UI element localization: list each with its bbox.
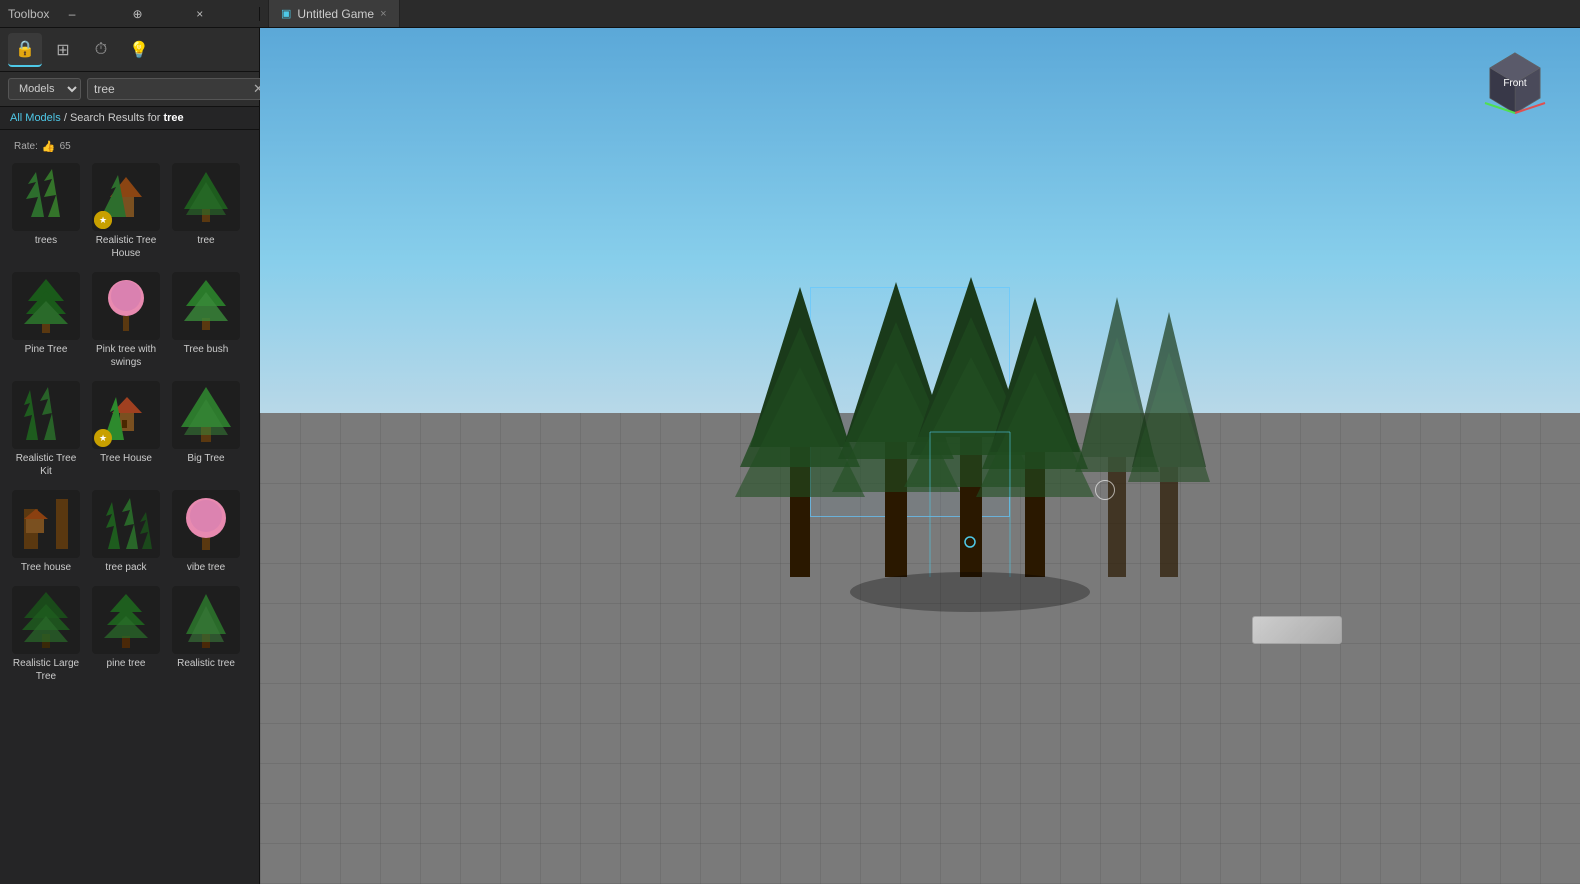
badge-tree-house: ★ <box>94 429 112 447</box>
model-thumb-tree-house-small <box>12 490 80 558</box>
model-thumb-realistic-tree-kit <box>12 381 80 449</box>
model-item-big-tree[interactable]: Big Tree <box>168 377 244 482</box>
model-thumb-realistic-large-tree <box>12 586 80 654</box>
model-item-tree-house-2[interactable]: ★ Tree House <box>88 377 164 482</box>
model-thumb-pine-tree2 <box>92 586 160 654</box>
model-label-pink-tree-swings: Pink tree with swings <box>92 343 160 369</box>
model-item-tree-house-small[interactable]: Tree house <box>8 486 84 578</box>
viewport[interactable]: Front <box>260 28 1580 884</box>
thumbup-icon[interactable]: 👍 <box>42 140 56 153</box>
model-label-vibe-tree: vibe tree <box>187 561 225 574</box>
titlebar: Toolbox – ⊕ × ▣ Untitled Game × <box>0 0 1580 28</box>
model-thumb-trees <box>12 163 80 231</box>
model-item-tree-bush[interactable]: Tree bush <box>168 268 244 373</box>
rating-label: Rate: <box>14 141 38 152</box>
model-thumb-realistic-tree-house: ★ ★ <box>92 163 160 231</box>
main-layout: 🔒 ⊞ ⏱ 💡 Models Meshes Audio Images ✕ 🔍 ≡… <box>0 28 1580 884</box>
model-item-trees[interactable]: trees <box>8 159 84 264</box>
panel-toolbar: 🔒 ⊞ ⏱ 💡 <box>0 28 259 72</box>
model-item-pink-tree-swings[interactable]: Pink tree with swings <box>88 268 164 373</box>
model-item-realistic-tree-kit[interactable]: Realistic Tree Kit <box>8 377 84 482</box>
model-label-tree-house-2: Tree House <box>100 452 152 465</box>
bulb-tool-btn[interactable]: 💡 <box>122 33 156 67</box>
orient-cube-svg: Front <box>1480 48 1550 118</box>
grid-row-4: Tree house tree pack <box>8 486 251 578</box>
tab-untitled-game[interactable]: ▣ Untitled Game × <box>268 0 400 27</box>
search-input[interactable] <box>94 82 249 96</box>
breadcrumb-query: tree <box>163 112 183 124</box>
titlebar-minimize[interactable]: – <box>66 7 124 21</box>
model-item-pine-tree2[interactable]: pine tree <box>88 582 164 687</box>
small-prop-object <box>1252 616 1342 644</box>
model-label-tree-bush: Tree bush <box>184 343 229 356</box>
clock-tool-btn[interactable]: ⏱ <box>84 33 118 67</box>
category-dropdown[interactable]: Models Meshes Audio Images <box>8 78 81 100</box>
model-item-vibe-tree[interactable]: vibe tree <box>168 486 244 578</box>
titlebar-close[interactable]: × <box>193 7 251 21</box>
model-thumb-realistic-tree <box>172 586 240 654</box>
rating-area: Rate: 👍 65 <box>8 138 251 155</box>
breadcrumb: All Models / Search Results for tree <box>0 107 259 130</box>
grid-row-2: Pine Tree Pink tree with swings <box>8 268 251 373</box>
breadcrumb-search-label: Search Results for <box>70 112 164 124</box>
model-label-big-tree: Big Tree <box>187 452 224 465</box>
toolbox-title: Toolbox <box>8 7 60 21</box>
grid-row-5: Realistic Large Tree pine tree <box>8 582 251 687</box>
model-thumb-pine-tree <box>12 272 80 340</box>
model-item-realistic-tree-house[interactable]: ★ ★ Realistic Tree House <box>88 159 164 264</box>
left-panel: 🔒 ⊞ ⏱ 💡 Models Meshes Audio Images ✕ 🔍 ≡… <box>0 28 260 884</box>
model-item-tree[interactable]: tree <box>168 159 244 264</box>
model-thumb-vibe-tree <box>172 490 240 558</box>
model-thumb-tree-bush <box>172 272 240 340</box>
tab-close-btn[interactable]: × <box>380 8 386 20</box>
model-item-pine-tree[interactable]: Pine Tree <box>8 268 84 373</box>
model-item-realistic-large-tree[interactable]: Realistic Large Tree <box>8 582 84 687</box>
tabs-area: ▣ Untitled Game × <box>260 0 1580 27</box>
grid-row-1: trees ★ ★ Realistic Tree House <box>8 159 251 264</box>
toolbox-panel-header: Toolbox – ⊕ × <box>0 7 260 21</box>
badge-realistic-tree-house: ★ <box>94 211 112 229</box>
model-item-tree-pack[interactable]: tree pack <box>88 486 164 578</box>
titlebar-pin[interactable]: ⊕ <box>130 7 188 21</box>
trees-scene-svg <box>620 277 1220 627</box>
model-item-realistic-tree[interactable]: Realistic tree <box>168 582 244 687</box>
model-label-trees: trees <box>35 234 57 247</box>
model-label-tree-pack: tree pack <box>105 561 146 574</box>
model-label-pine-tree: Pine Tree <box>25 343 68 356</box>
model-label-pine-tree2: pine tree <box>107 657 146 670</box>
model-thumb-pink-tree-swings <box>92 272 160 340</box>
model-thumb-tree <box>172 163 240 231</box>
grid-tool-btn[interactable]: ⊞ <box>46 33 80 67</box>
model-label-realistic-tree-kit: Realistic Tree Kit <box>12 452 80 478</box>
grid-row-3: Realistic Tree Kit ★ Tree House <box>8 377 251 482</box>
rating-count: 65 <box>60 141 71 152</box>
model-label-realistic-large-tree: Realistic Large Tree <box>12 657 80 683</box>
model-thumb-tree-house-2: ★ <box>92 381 160 449</box>
model-label-realistic-tree-house: Realistic Tree House <box>92 234 160 260</box>
tab-game-icon: ▣ <box>281 7 291 20</box>
model-label-tree: tree <box>197 234 214 247</box>
breadcrumb-all-models[interactable]: All Models <box>10 112 61 124</box>
model-thumb-tree-pack <box>92 490 160 558</box>
lock-tool-btn[interactable]: 🔒 <box>8 33 42 67</box>
svg-text:Front: Front <box>1503 78 1527 89</box>
model-grid: Rate: 👍 65 trees <box>0 130 259 884</box>
orientation-cube[interactable]: Front <box>1480 48 1550 118</box>
tree-group <box>620 277 1220 627</box>
tab-label: Untitled Game <box>297 7 374 21</box>
model-label-realistic-tree: Realistic tree <box>177 657 235 670</box>
search-bar: Models Meshes Audio Images ✕ 🔍 ≡ <box>0 72 259 107</box>
model-thumb-big-tree <box>172 381 240 449</box>
model-label-tree-house-small: Tree house <box>21 561 71 574</box>
